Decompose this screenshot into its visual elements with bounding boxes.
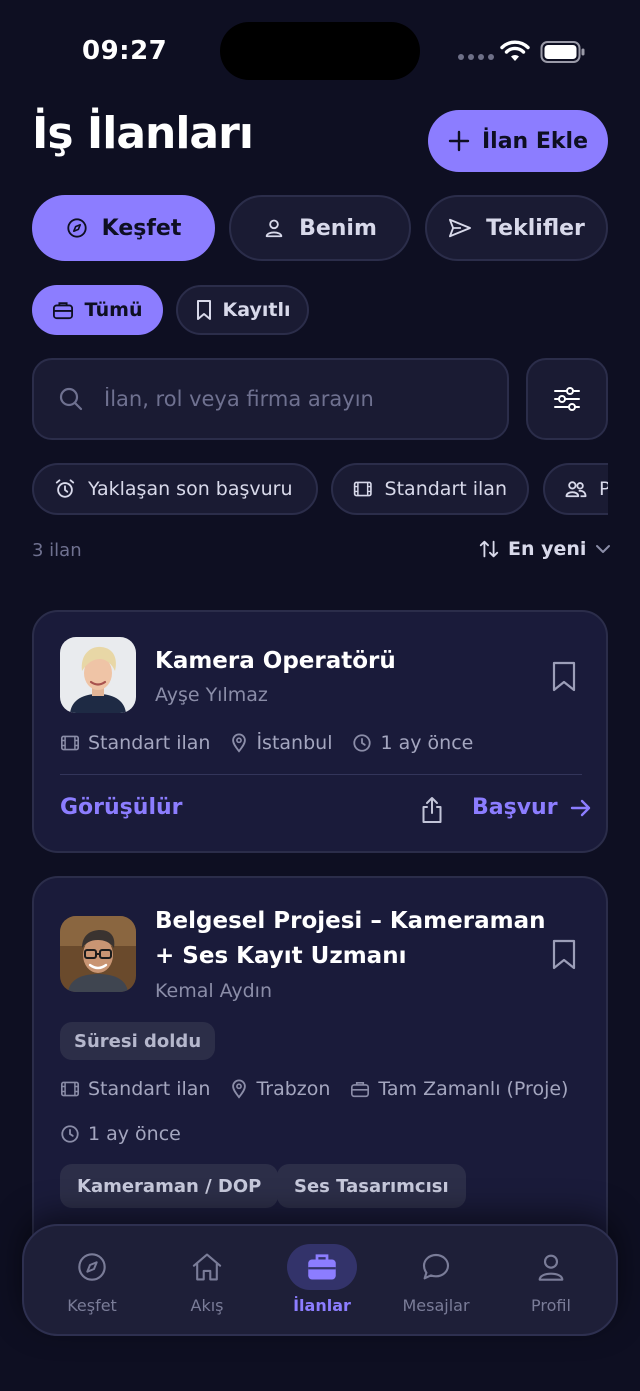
tab-teklifler[interactable]: Teklifler <box>425 195 608 261</box>
plus-icon <box>448 130 470 152</box>
add-listing-label: İlan Ekle <box>481 128 588 154</box>
bookmark-icon[interactable] <box>551 661 577 693</box>
tab-benim-label: Benim <box>299 215 377 241</box>
tab-bar-ilanlar-label: İlanlar <box>293 1296 351 1315</box>
sliders-icon <box>554 387 580 411</box>
cellular-signal-icon <box>458 54 494 60</box>
tab-bar-kesfet[interactable]: Keşfet <box>35 1226 149 1334</box>
apply-label: Başvur <box>472 795 558 820</box>
job-location: Trabzon <box>256 1078 331 1100</box>
users-icon <box>565 481 587 498</box>
film-icon <box>61 1081 79 1097</box>
briefcase-icon <box>351 1082 370 1098</box>
quick-filter-people-label: P <box>599 478 608 500</box>
briefcase-icon <box>53 302 74 320</box>
clock-icon <box>353 734 372 752</box>
tab-bar-profil[interactable]: Profil <box>494 1226 608 1334</box>
tab-bar-akis-label: Akış <box>190 1296 224 1315</box>
chevron-down-icon <box>596 545 611 553</box>
tab-kesfet[interactable]: Keşfet <box>32 195 215 261</box>
user-icon <box>538 1254 564 1281</box>
alarm-clock-icon <box>55 479 75 498</box>
job-card[interactable]: Kamera Operatörü Ayşe Yılmaz Standart il… <box>32 610 608 853</box>
location-pin-icon <box>232 733 247 753</box>
page-title: İş İlanları <box>32 108 254 159</box>
filter-button[interactable] <box>526 358 608 440</box>
job-title[interactable]: Kamera Operatörü <box>155 644 396 679</box>
tab-benim[interactable]: Benim <box>229 195 411 261</box>
job-price: Görüşülür <box>60 795 183 820</box>
role-tag: Kameraman / DOP <box>60 1164 279 1208</box>
quick-filter-people[interactable]: P <box>543 463 608 515</box>
quick-filter-standard[interactable]: Standart ilan <box>331 463 529 515</box>
job-meta-row: Standart ilan İstanbul 1 ay önce <box>60 732 473 754</box>
home-icon <box>192 1253 222 1281</box>
role-tag: Ses Tasarımcısı <box>277 1164 466 1208</box>
job-employment: Tam Zamanlı (Proje) <box>378 1078 569 1100</box>
bookmark-icon[interactable] <box>551 939 577 971</box>
job-owner: Ayşe Yılmaz <box>155 684 268 706</box>
quick-filter-deadline-label: Yaklaşan son başvuru <box>88 478 293 500</box>
tab-bar-mesajlar[interactable]: Mesajlar <box>379 1226 493 1334</box>
quick-filter-row: Yaklaşan son başvuru Standart ilan P <box>32 463 608 515</box>
chat-bubble-icon <box>422 1253 450 1280</box>
tab-bar-ilanlar[interactable]: İlanlar <box>265 1226 379 1334</box>
job-posted: 1 ay önce <box>380 732 474 754</box>
job-meta-row: Standart ilan Trabzon Tam Zamanlı (Proje… <box>60 1078 568 1100</box>
avatar <box>60 637 136 713</box>
compass-icon <box>78 1253 106 1281</box>
send-icon <box>449 218 472 238</box>
avatar <box>60 916 136 992</box>
sort-arrows-icon <box>479 540 499 558</box>
tab-bar-akis[interactable]: Akış <box>150 1226 264 1334</box>
chip-kayitli-label: Kayıtlı <box>222 299 291 321</box>
job-type: Standart ilan <box>88 732 211 754</box>
search-icon <box>59 387 83 411</box>
briefcase-icon <box>308 1254 336 1280</box>
sort-dropdown[interactable]: En yeni <box>478 538 612 560</box>
sort-label: En yeni <box>508 538 587 560</box>
result-count: 3 ilan <box>32 540 82 561</box>
status-time: 09:27 <box>82 36 168 66</box>
tab-bar-mesajlar-label: Mesajlar <box>402 1296 470 1315</box>
chip-tumu[interactable]: Tümü <box>32 285 163 335</box>
job-owner: Kemal Aydın <box>155 980 273 1002</box>
tab-bar-profil-label: Profil <box>531 1296 571 1315</box>
share-icon[interactable] <box>420 796 444 824</box>
job-title-line-2: + Ses Kayıt Uzmanı <box>155 943 407 969</box>
job-posted: 1 ay önce <box>88 1123 181 1145</box>
chip-tumu-label: Tümü <box>84 299 143 321</box>
status-badge: Süresi doldu <box>60 1022 216 1060</box>
job-location: İstanbul <box>256 732 333 754</box>
user-icon <box>265 219 283 238</box>
apply-button[interactable]: Başvur <box>472 795 592 820</box>
job-title-line-1: Belgesel Projesi – Kameraman <box>155 908 546 934</box>
job-posted-row: 1 ay önce <box>60 1123 181 1145</box>
film-icon <box>61 735 79 751</box>
job-title[interactable]: Belgesel Projesi – Kameraman + Ses Kayıt… <box>155 904 545 974</box>
chip-kayitli[interactable]: Kayıtlı <box>176 285 309 335</box>
tab-kesfet-label: Keşfet <box>101 215 182 241</box>
film-icon <box>353 481 372 497</box>
compass-icon <box>67 218 87 238</box>
search-bar <box>32 358 509 440</box>
add-listing-button[interactable]: İlan Ekle <box>428 110 608 172</box>
bookmark-icon <box>196 300 211 320</box>
quick-filter-deadline[interactable]: Yaklaşan son başvuru <box>32 463 318 515</box>
quick-filter-standard-label: Standart ilan <box>384 478 507 500</box>
bottom-tab-bar: Keşfet Akış İlanlar Mesajlar Profil <box>22 1224 618 1336</box>
battery-icon <box>540 41 585 63</box>
divider <box>60 774 582 775</box>
location-pin-icon <box>232 1079 247 1099</box>
wifi-icon <box>500 40 530 61</box>
search-input[interactable] <box>104 387 484 411</box>
arrow-right-icon <box>570 799 590 816</box>
tab-teklifler-label: Teklifler <box>486 215 585 241</box>
job-type: Standart ilan <box>88 1078 211 1100</box>
clock-icon <box>61 1125 79 1143</box>
tab-bar-kesfet-label: Keşfet <box>67 1296 117 1315</box>
dynamic-island <box>220 22 420 80</box>
